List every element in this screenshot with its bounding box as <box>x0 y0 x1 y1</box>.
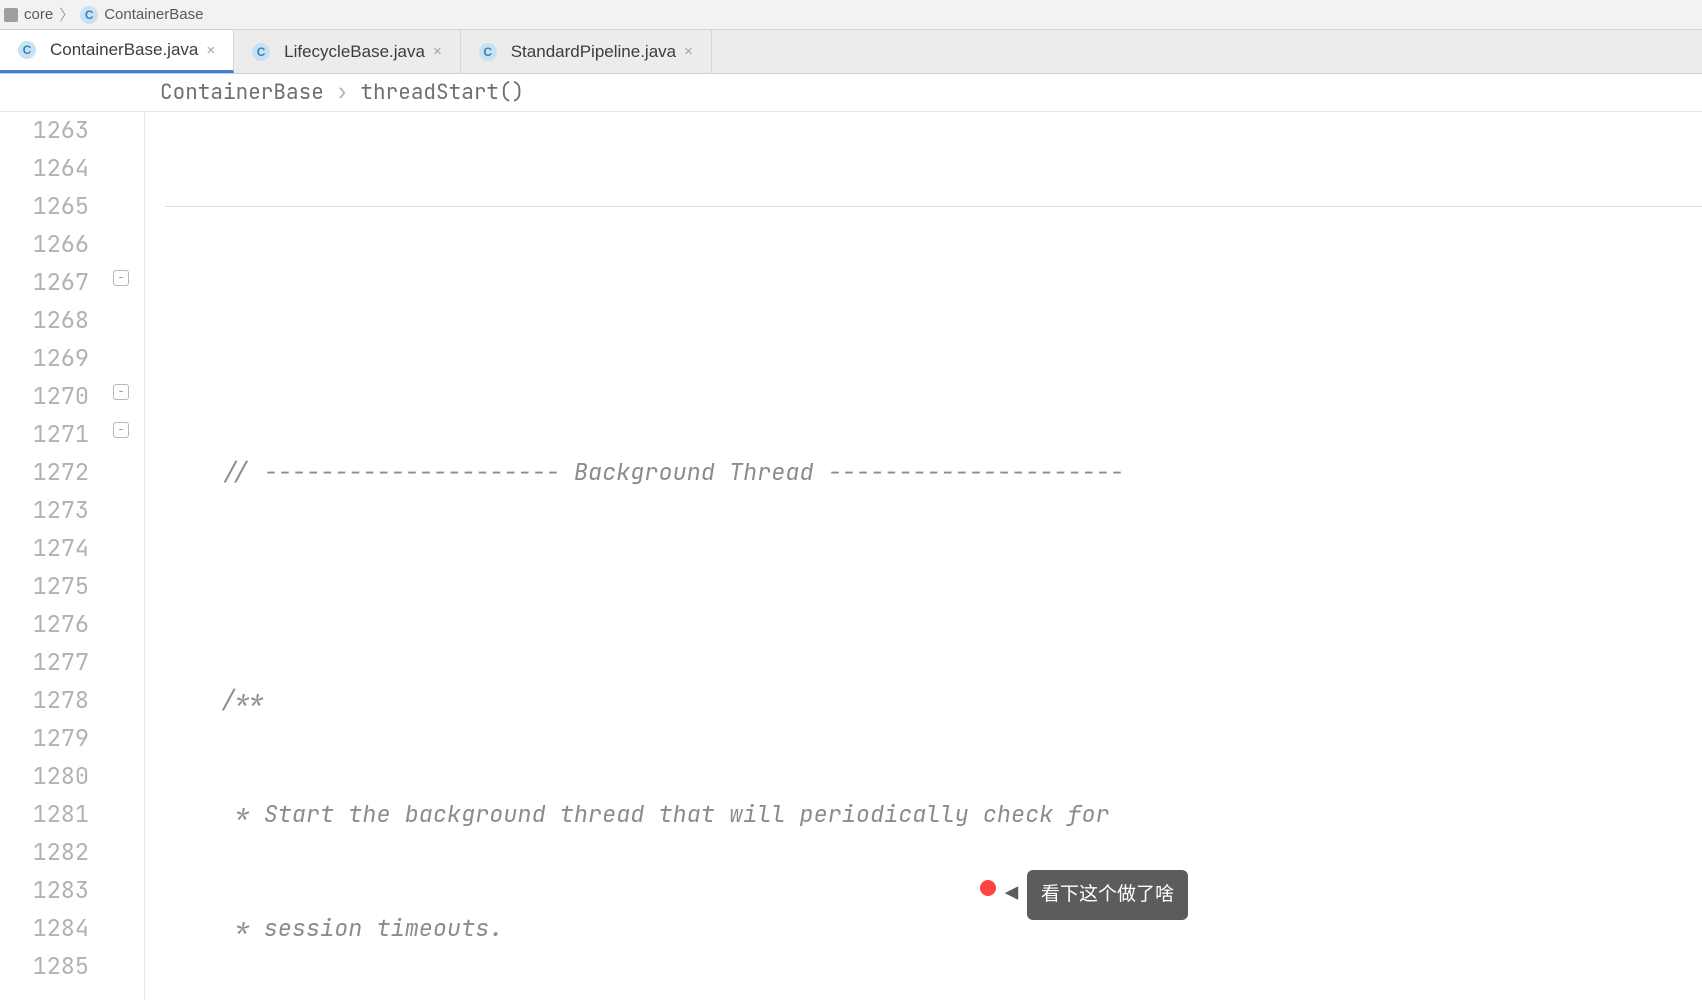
class-icon: C <box>479 43 497 61</box>
code-line[interactable] <box>145 340 1702 378</box>
line-number: 1275 <box>0 568 89 606</box>
line-number: 1268 <box>0 302 89 340</box>
tab-containerbase[interactable]: C ContainerBase.java × <box>0 30 234 73</box>
editor-tabbar: C ContainerBase.java × C LifecycleBase.j… <box>0 30 1702 74</box>
method-separator <box>165 206 1702 207</box>
tab-label: StandardPipeline.java <box>511 42 676 62</box>
chevron-right-icon: › <box>336 79 349 106</box>
line-number: 1263 <box>0 112 89 150</box>
line-number: 1274 <box>0 530 89 568</box>
close-icon[interactable]: × <box>433 43 442 60</box>
line-number: 1273 <box>0 492 89 530</box>
line-number: 1280 <box>0 758 89 796</box>
line-number: 1276 <box>0 606 89 644</box>
fold-collapse-icon[interactable]: − <box>113 270 129 286</box>
code-line[interactable] <box>145 226 1702 264</box>
line-gutter: 1263 1264 1265 1266 1267 1268 1269 1270 … <box>0 112 105 1000</box>
code-line[interactable]: // --------------------- Background Thre… <box>145 454 1702 492</box>
class-icon: C <box>252 43 270 61</box>
line-number: 1284 <box>0 910 89 948</box>
line-number: 1272 <box>0 454 89 492</box>
package-icon <box>4 8 18 22</box>
line-number: 1266 <box>0 226 89 264</box>
code-editor[interactable]: 1263 1264 1265 1266 1267 1268 1269 1270 … <box>0 112 1702 1000</box>
line-number: 1285 <box>0 948 89 986</box>
line-number: 1281 <box>0 796 89 834</box>
line-number: 1283 <box>0 872 89 910</box>
class-icon: C <box>18 41 36 59</box>
line-number: 1271 <box>0 416 89 454</box>
line-number: 1267 <box>0 264 89 302</box>
chevron-right-icon: 〉 <box>59 4 74 25</box>
code-area[interactable]: // --------------------- Background Thre… <box>145 112 1702 1000</box>
breadcrumb-package[interactable]: core <box>24 6 53 23</box>
annotation-dot-icon <box>980 880 996 896</box>
tab-lifecyclebase[interactable]: C LifecycleBase.java × <box>234 30 461 73</box>
fold-collapse-icon[interactable]: − <box>113 422 129 438</box>
line-number: 1270 <box>0 378 89 416</box>
breadcrumb-class[interactable]: ContainerBase <box>104 6 203 23</box>
editor-breadcrumb: ContainerBase › threadStart() <box>0 74 1702 112</box>
breadcrumb-nav: core 〉 C ContainerBase <box>0 0 1702 30</box>
line-number: 1279 <box>0 720 89 758</box>
tab-label: ContainerBase.java <box>50 40 198 60</box>
code-line[interactable] <box>145 568 1702 606</box>
tab-label: LifecycleBase.java <box>284 42 425 62</box>
line-number: 1265 <box>0 188 89 226</box>
crumb-method[interactable]: threadStart() <box>360 79 524 106</box>
annotation-arrow-icon: ◀ <box>1005 875 1018 913</box>
crumb-class[interactable]: ContainerBase <box>160 79 324 106</box>
class-icon: C <box>80 6 98 24</box>
line-number: 1264 <box>0 150 89 188</box>
fold-collapse-icon[interactable]: − <box>113 384 129 400</box>
code-line[interactable]: /** <box>145 682 1702 720</box>
line-number: 1282 <box>0 834 89 872</box>
line-number: 1278 <box>0 682 89 720</box>
fold-gutter: − − − <box>105 112 145 1000</box>
close-icon[interactable]: × <box>206 42 215 59</box>
tab-standardpipeline[interactable]: C StandardPipeline.java × <box>461 30 712 73</box>
annotation-text: 看下这个做了啥 <box>1041 884 1174 905</box>
line-number: 1269 <box>0 340 89 378</box>
close-icon[interactable]: × <box>684 43 693 60</box>
code-line[interactable]: * Start the background thread that will … <box>145 796 1702 834</box>
line-number: 1277 <box>0 644 89 682</box>
code-line[interactable]: * session timeouts. <box>145 910 1702 948</box>
annotation-bubble: 看下这个做了啥 <box>1027 870 1188 920</box>
